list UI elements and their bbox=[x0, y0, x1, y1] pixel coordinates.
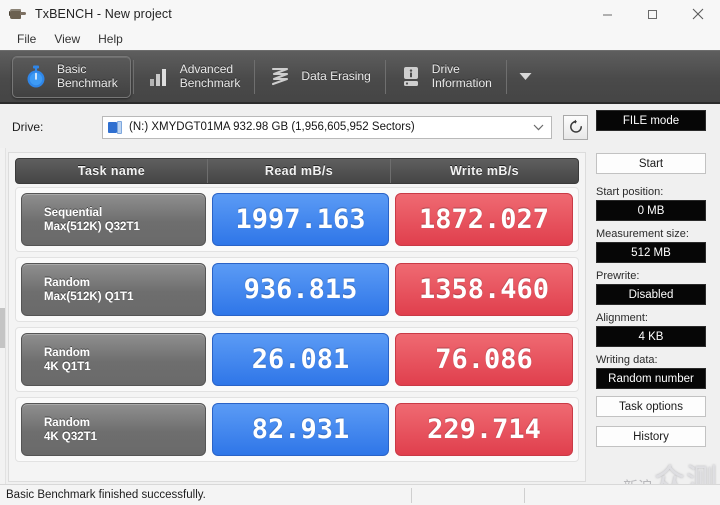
tab-advanced-benchmark[interactable]: Advanced Benchmark bbox=[136, 56, 253, 98]
left-scrollbar-thumb[interactable] bbox=[0, 308, 5, 348]
benchmark-results-panel: Task name Read mB/s Write mB/s Sequentia… bbox=[8, 152, 586, 482]
tab-data-erasing-label: Data Erasing bbox=[301, 68, 371, 83]
start-position-label: Start position: bbox=[596, 186, 664, 198]
task-name-label: Random Max(512K) Q1T1 bbox=[44, 276, 134, 303]
tab-divider bbox=[505, 59, 507, 94]
measurement-size-label: Measurement size: bbox=[596, 228, 689, 240]
title-bar: TxBENCH - New project bbox=[0, 0, 720, 29]
writing-data-label: Writing data: bbox=[596, 354, 658, 366]
table-row: Random 4K Q32T1 82.931 229.714 bbox=[15, 397, 579, 462]
tab-basic-benchmark[interactable]: Basic Benchmark bbox=[12, 55, 131, 98]
read-value-chip: 82.931 bbox=[212, 403, 389, 456]
tab-advanced-benchmark-label: Advanced Benchmark bbox=[179, 62, 241, 90]
txbench-window: TxBENCH - New project File View Help Bas… bbox=[0, 0, 720, 505]
setting-start-position: Start position: 0 MB bbox=[596, 186, 714, 221]
window-title: TxBENCH - New project bbox=[35, 7, 172, 21]
tab-divider bbox=[384, 59, 386, 94]
task-options-button[interactable]: Task options bbox=[596, 396, 706, 417]
table-row: Random Max(512K) Q1T1 936.815 1358.460 bbox=[15, 257, 579, 322]
write-value-chip: 229.714 bbox=[395, 403, 573, 456]
hdd-icon bbox=[108, 120, 123, 134]
bar-chart-icon bbox=[146, 63, 172, 91]
task-chip[interactable]: Sequential Max(512K) Q32T1 bbox=[21, 193, 206, 246]
write-value-chip: 1872.027 bbox=[395, 193, 573, 246]
table-row: Random 4K Q1T1 26.081 76.086 bbox=[15, 327, 579, 392]
results-table-header: Task name Read mB/s Write mB/s bbox=[15, 158, 579, 184]
drive-info-icon bbox=[398, 63, 424, 91]
tab-strip: Basic Benchmark Advanced Benchmark Data … bbox=[0, 50, 720, 104]
measurement-size-field[interactable]: 512 MB bbox=[596, 242, 706, 263]
alignment-label: Alignment: bbox=[596, 312, 648, 324]
prewrite-label: Prewrite: bbox=[596, 270, 640, 282]
tab-divider bbox=[254, 59, 256, 94]
read-value-chip: 1997.163 bbox=[212, 193, 389, 246]
start-button[interactable]: Start bbox=[596, 153, 706, 174]
menu-item-view[interactable]: View bbox=[45, 30, 89, 48]
shred-icon bbox=[267, 63, 293, 91]
maximize-icon[interactable] bbox=[630, 0, 675, 28]
write-value-chip: 1358.460 bbox=[395, 263, 573, 316]
status-segment bbox=[524, 487, 645, 503]
write-value-chip: 76.086 bbox=[395, 333, 573, 386]
task-name-label: Random 4K Q1T1 bbox=[44, 346, 91, 373]
history-button[interactable]: History bbox=[596, 426, 706, 447]
tab-overflow-chevron-down-icon[interactable] bbox=[515, 56, 537, 98]
column-header-read: Read mB/s bbox=[207, 159, 390, 183]
chevron-down-icon bbox=[533, 117, 544, 138]
minimize-icon[interactable] bbox=[585, 0, 630, 28]
read-value-chip: 26.081 bbox=[212, 333, 389, 386]
status-bar: Basic Benchmark finished successfully. bbox=[0, 484, 720, 505]
task-name-label: Sequential Max(512K) Q32T1 bbox=[44, 206, 140, 233]
title-bar-left: TxBENCH - New project bbox=[0, 6, 585, 22]
menu-bar: File View Help bbox=[0, 28, 720, 50]
status-message: Basic Benchmark finished successfully. bbox=[6, 489, 206, 501]
plug-icon bbox=[9, 6, 27, 22]
setting-alignment: Alignment: 4 KB bbox=[596, 312, 714, 347]
setting-prewrite: Prewrite: Disabled bbox=[596, 270, 714, 305]
start-position-field[interactable]: 0 MB bbox=[596, 200, 706, 221]
left-scrollbar[interactable] bbox=[0, 148, 6, 484]
task-chip[interactable]: Random 4K Q32T1 bbox=[21, 403, 206, 456]
close-icon[interactable] bbox=[675, 0, 720, 28]
tab-drive-information-label: Drive Information bbox=[431, 62, 492, 90]
tab-drive-information[interactable]: Drive Information bbox=[388, 56, 504, 98]
task-chip[interactable]: Random 4K Q1T1 bbox=[21, 333, 206, 386]
column-header-write: Write mB/s bbox=[390, 159, 578, 183]
alignment-field[interactable]: 4 KB bbox=[596, 326, 706, 347]
tab-data-erasing[interactable]: Data Erasing bbox=[257, 56, 382, 98]
options-sidebar: FILE mode Start Start position: 0 MB Mea… bbox=[596, 110, 714, 485]
task-name-label: Random 4K Q32T1 bbox=[44, 416, 98, 443]
table-row: Sequential Max(512K) Q32T1 1997.163 1872… bbox=[15, 187, 579, 252]
writing-data-field[interactable]: Random number bbox=[596, 368, 706, 389]
task-chip[interactable]: Random Max(512K) Q1T1 bbox=[21, 263, 206, 316]
refresh-icon[interactable] bbox=[563, 114, 588, 140]
stopwatch-icon bbox=[23, 63, 49, 91]
drive-select-value: (N:) XMYDGT01MA 932.98 GB (1,956,605,952… bbox=[129, 121, 415, 133]
menu-item-file[interactable]: File bbox=[8, 30, 45, 48]
drive-select[interactable]: (N:) XMYDGT01MA 932.98 GB (1,956,605,952… bbox=[102, 115, 552, 139]
column-header-task-name: Task name bbox=[77, 164, 146, 178]
file-mode-button[interactable]: FILE mode bbox=[596, 110, 706, 131]
setting-measurement-size: Measurement size: 512 MB bbox=[596, 228, 714, 263]
tab-basic-benchmark-label: Basic Benchmark bbox=[57, 62, 118, 90]
read-value-chip: 936.815 bbox=[212, 263, 389, 316]
menu-item-help[interactable]: Help bbox=[89, 30, 132, 48]
drive-label: Drive: bbox=[12, 120, 44, 134]
tab-divider bbox=[132, 59, 134, 94]
window-controls bbox=[585, 0, 720, 28]
prewrite-field[interactable]: Disabled bbox=[596, 284, 706, 305]
status-segment bbox=[411, 487, 524, 503]
setting-writing-data: Writing data: Random number bbox=[596, 354, 714, 389]
